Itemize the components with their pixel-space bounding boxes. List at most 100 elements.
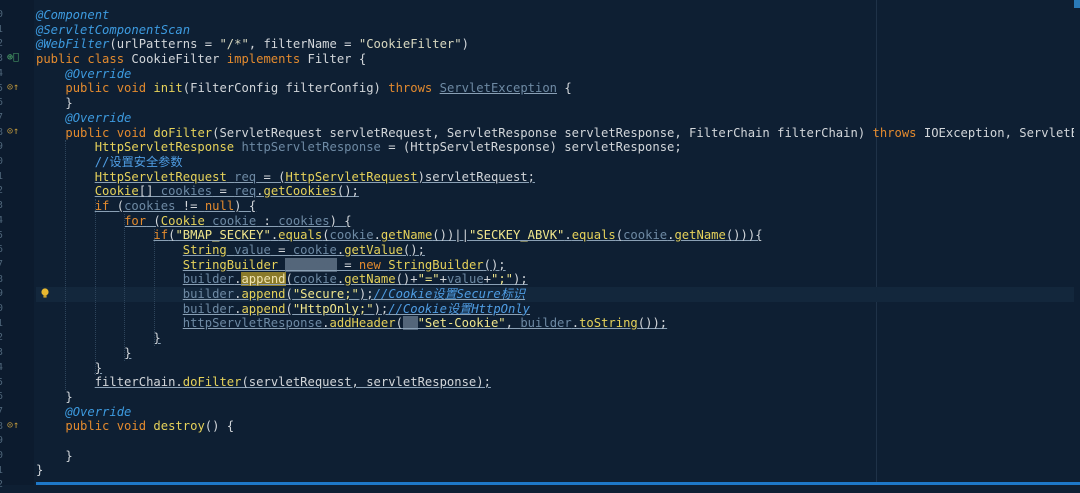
- gutter-row[interactable]: 2: [0, 37, 34, 52]
- code-token: StringBuilder: [388, 257, 484, 272]
- code-token: !=: [175, 198, 205, 213]
- code-line[interactable]: StringBuilder builder = new StringBuilde…: [36, 257, 1080, 273]
- code-token: filterChain.: [94, 375, 183, 390]
- gutter-row[interactable]: 5: [0, 376, 34, 391]
- line-gutter[interactable]: 0 1 2 3 4 5 6 7 8 9 0 1 2 3 4 5 6 7 8 9 0 1 2 3 4 5 6 7 8 9 0 1 2 ⊕ͦ ⊙↑ ⊙↑ ⊙…: [0, 0, 34, 490]
- gutter-row[interactable]: 8: [0, 273, 34, 288]
- gutter-row[interactable]: 2: [0, 478, 34, 493]
- code-line[interactable]: public void destroy() {: [36, 419, 1080, 434]
- code-line[interactable]: public class CookieFilter implements Fil…: [36, 52, 1080, 67]
- gutter-row[interactable]: 9: [0, 434, 34, 449]
- code-token: //Cookie设置Secure标识: [373, 287, 526, 302]
- code-line[interactable]: HttpServletRequest req = (HttpServletReq…: [36, 170, 1080, 185]
- code-line[interactable]: }: [36, 449, 1080, 464]
- code-line[interactable]: @Override: [36, 111, 1080, 126]
- line-number: 3: [0, 53, 4, 65]
- gutter-row[interactable]: 5: [0, 229, 34, 244]
- code-token: getValue: [344, 243, 403, 257]
- gutter-row[interactable]: 3: [0, 199, 34, 214]
- code-line[interactable]: [36, 434, 1080, 449]
- vertical-scrollbar[interactable]: [1074, 0, 1080, 485]
- code-line[interactable]: @Override: [36, 405, 1080, 420]
- gutter-row[interactable]: 9: [0, 287, 34, 302]
- override-method-icon[interactable]: ⊙↑: [7, 126, 19, 137]
- lightbulb-icon[interactable]: [40, 288, 50, 299]
- code-line[interactable]: filterChain.doFilter(servletRequest, ser…: [36, 375, 1080, 390]
- code-token: value: [234, 243, 271, 257]
- code-token: }: [36, 463, 44, 478]
- gutter-row[interactable]: 0: [0, 302, 34, 317]
- code-token: HttpServletResponse: [94, 140, 242, 155]
- scrollbar-thumb[interactable]: [1074, 0, 1080, 8]
- code-token: }: [94, 360, 103, 375]
- code-line[interactable]: //设置安全参数: [36, 155, 1080, 170]
- gutter-row[interactable]: 3: [0, 346, 34, 361]
- gutter-row[interactable]: 0: [0, 449, 34, 464]
- code-line[interactable]: }: [36, 331, 1080, 346]
- code-line[interactable]: for (Cookie cookie : cookies) {: [36, 214, 1080, 229]
- gutter-row[interactable]: 2: [0, 331, 34, 346]
- line-number: 1: [0, 23, 4, 35]
- code-line[interactable]: }: [36, 390, 1080, 405]
- code-editor[interactable]: 0 1 2 3 4 5 6 7 8 9 0 1 2 3 4 5 6 7 8 9 0 1 2 3 4 5 6 7 8 9 0 1 2 ⊕ͦ ⊙↑ ⊙↑ ⊙…: [0, 0, 1080, 490]
- code-token: (: [615, 228, 624, 243]
- gutter-row[interactable]: 0: [0, 155, 34, 170]
- code-line[interactable]: String value = cookie.getValue();: [36, 243, 1080, 258]
- class-marker-icon[interactable]: ⊕ͦ: [7, 52, 19, 63]
- code-line[interactable]: if (cookies != null) {: [36, 199, 1080, 214]
- gutter-row[interactable]: 4: [0, 214, 34, 229]
- gutter-row[interactable]: 1: [0, 23, 34, 38]
- code-line[interactable]: @WebFilter(urlPatterns = "/*", filterNam…: [36, 37, 1080, 52]
- gutter-row[interactable]: 1: [0, 317, 34, 332]
- code-line[interactable]: @Override: [36, 67, 1080, 82]
- override-method-icon[interactable]: ⊙↑: [7, 82, 19, 93]
- code-token: }: [36, 96, 73, 111]
- code-token: +: [483, 272, 491, 287]
- gutter-row[interactable]: 1: [0, 170, 34, 185]
- code-token: ): [461, 37, 469, 52]
- code-token: ,: [505, 316, 521, 331]
- code-line[interactable]: httpServletResponse.addHeader(na"Set-Coo…: [36, 316, 1080, 331]
- code-line[interactable]: @Component: [36, 8, 1080, 23]
- gutter-row[interactable]: 2: [0, 184, 34, 199]
- code-token: builder: [182, 287, 235, 302]
- code-token: @Component: [36, 8, 110, 22]
- code-token: public void: [65, 81, 154, 96]
- code-area[interactable]: @Component @ServletComponentScan @WebFilte…: [36, 8, 1080, 478]
- gutter-row[interactable]: 9: [0, 140, 34, 155]
- code-line[interactable]: HttpServletResponse httpServletResponse …: [36, 140, 1080, 155]
- gutter-row[interactable]: 7: [0, 258, 34, 273]
- gutter-row[interactable]: 1: [0, 464, 34, 479]
- code-line[interactable]: public void doFilter(ServletRequest serv…: [36, 126, 1080, 141]
- code-line[interactable]: if("BMAP_SECKEY".equals(cookie.getName()…: [36, 228, 1080, 243]
- code-line[interactable]: }: [36, 96, 1080, 111]
- code-token: =: [336, 257, 359, 272]
- gutter-row[interactable]: 7: [0, 111, 34, 126]
- code-line[interactable]: }: [36, 361, 1080, 376]
- code-line[interactable]: }: [36, 463, 1080, 478]
- gutter-row[interactable]: 4: [0, 361, 34, 376]
- code-line[interactable]: builder.append(cookie.getName()+"="+valu…: [36, 272, 1080, 287]
- code-line[interactable]: builder.append("HttpOnly;");//Cookie设置Ht…: [36, 302, 1080, 317]
- code-line[interactable]: builder.append("Secure;");//Cookie设置Secu…: [36, 287, 1080, 302]
- code-line[interactable]: Cookie[] cookies = req.getCookies();: [36, 184, 1080, 199]
- code-line[interactable]: @ServletComponentScan: [36, 23, 1080, 38]
- code-line[interactable]: }: [36, 346, 1080, 361]
- gutter-row[interactable]: 7: [0, 405, 34, 420]
- code-token: getName: [344, 272, 396, 287]
- code-token: (servletRequest, servletResponse);: [241, 375, 491, 390]
- override-method-icon[interactable]: ⊙↑: [7, 420, 19, 431]
- gutter-row[interactable]: 0: [0, 8, 34, 23]
- code-token: value: [446, 272, 484, 287]
- code-token: @Override: [65, 110, 132, 125]
- gutter-row[interactable]: 6: [0, 96, 34, 111]
- gutter-row[interactable]: 6: [0, 390, 34, 405]
- code-token: "Secure;": [292, 287, 359, 302]
- code-line[interactable]: public void init(FilterConfig filterConf…: [36, 81, 1080, 96]
- code-token: new: [358, 257, 389, 272]
- gutter-row[interactable]: 4: [0, 67, 34, 82]
- gutter-row[interactable]: 6: [0, 243, 34, 258]
